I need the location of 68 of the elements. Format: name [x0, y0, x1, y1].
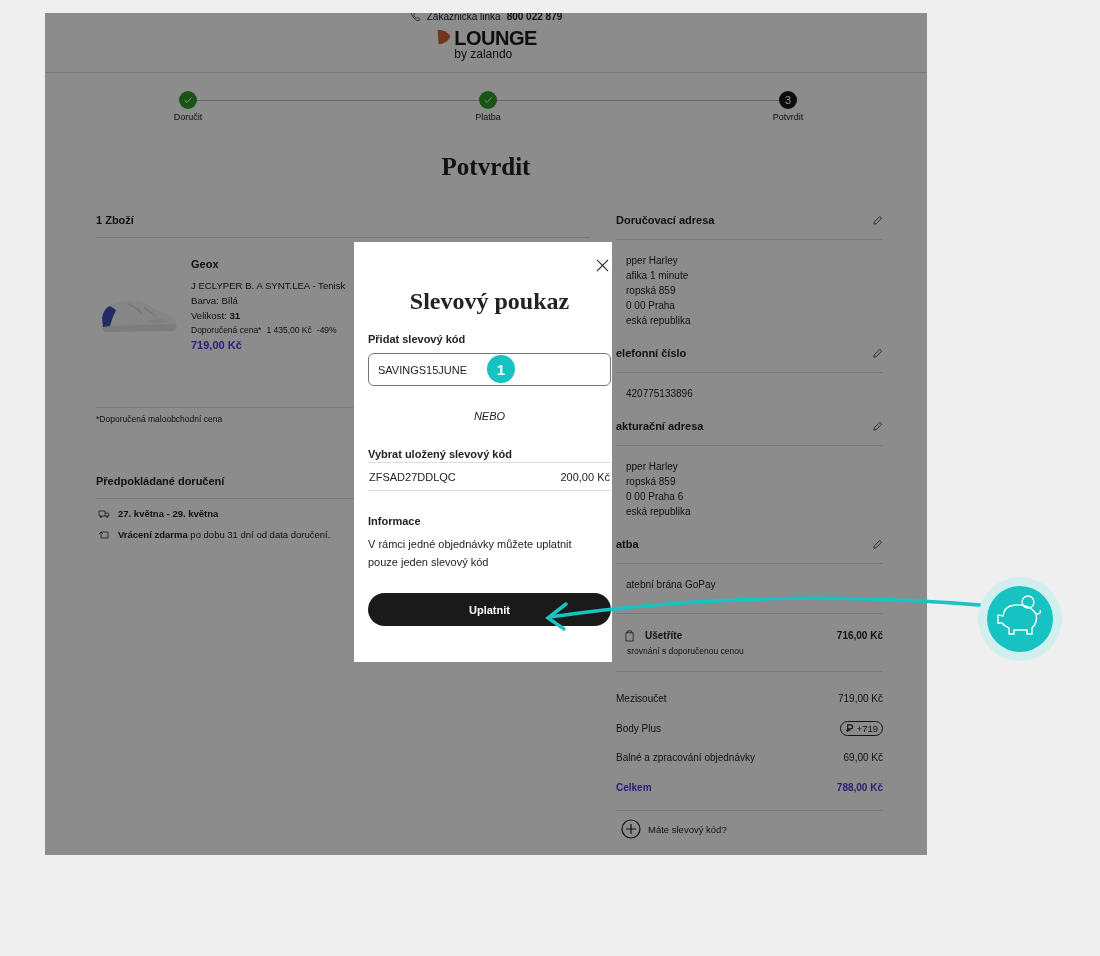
- promo-code-link[interactable]: Máte slevový kód?: [648, 823, 727, 835]
- piggy-bank-icon: [978, 577, 1062, 661]
- edit-icon[interactable]: [872, 347, 883, 359]
- savings-note: srovnání s doporučenou cenou: [626, 646, 745, 656]
- step-label: Doručit: [173, 112, 203, 122]
- info-heading: Informace: [368, 515, 422, 527]
- section-heading: 1 Zboží: [96, 214, 590, 238]
- section-heading: atba: [616, 538, 639, 550]
- delivery-info: Vrácení zdarma po dobu 31 dní od data doručení.: [118, 528, 331, 540]
- detail-line: atební brána GoPay: [626, 578, 717, 591]
- rrp-price: 1 435,00 Kč: [266, 325, 312, 335]
- info-text: V rámci jedné objednávky můžete uplatnit pouze jeden slevový kód: [368, 537, 573, 570]
- total-label: Celkem: [616, 781, 652, 793]
- footnote: *Doporučená maloobchodní cena: [96, 414, 223, 424]
- total-label: Mezisoučet: [616, 693, 667, 705]
- separator-text: NEBO: [472, 410, 507, 422]
- detail-line: 0 00 Praha 6: [626, 490, 685, 503]
- bag-icon: [624, 629, 635, 642]
- product-brand: Geox: [191, 258, 220, 270]
- edit-icon[interactable]: [872, 214, 883, 226]
- rrp-label: Doporučená cena*: [191, 325, 262, 335]
- step-label: Potvrdit: [772, 112, 804, 122]
- detail-line: eská republika: [626, 314, 692, 327]
- detail-line: 0 00 Praha: [626, 299, 676, 312]
- logo-tagline: by zalando: [454, 48, 514, 60]
- detail-line: pper Harley: [626, 254, 679, 267]
- step-number: 3: [779, 91, 797, 109]
- product-name: J ECLYPER B. A SYNT.LEA - Tenisk: [191, 280, 346, 291]
- savings-label: Ušetříte: [645, 630, 683, 641]
- total-value: 719,00 Kč: [837, 693, 883, 705]
- detail-line: pper Harley: [626, 460, 679, 473]
- product-price: 719,00 Kč: [191, 339, 243, 351]
- points-value: +719: [856, 722, 878, 734]
- detail-line: 420775133896: [626, 387, 694, 400]
- edit-icon[interactable]: [872, 538, 883, 550]
- apply-button[interactable]: Uplatnit: [368, 593, 611, 626]
- logo-name: LOUNGE: [454, 28, 537, 48]
- phone-icon: [409, 13, 421, 22]
- page-title: Potvrdit: [440, 152, 532, 182]
- saved-code-row[interactable]: ZFSAD27DDLQC 200,00 Kč: [368, 463, 611, 491]
- step-label: Platba: [475, 112, 501, 122]
- total-value: 69,00 Kč: [843, 752, 883, 764]
- total-label: Balné a zpracování objednávky: [616, 752, 755, 764]
- section-heading: Doručovací adresa: [616, 214, 715, 226]
- total-label: Body Plus: [616, 722, 662, 734]
- product-size: Velikost: 31: [191, 310, 242, 321]
- points-icon: [844, 723, 854, 733]
- hotline-number: 800 022 879: [506, 13, 563, 22]
- detail-line: eská republika: [626, 505, 692, 518]
- product-color: Barva: Bílá: [191, 295, 239, 306]
- return-box-icon: [98, 528, 110, 540]
- edit-icon[interactable]: [872, 420, 883, 432]
- detail-line: ropská 859: [626, 475, 677, 488]
- plus-circle-icon[interactable]: [621, 819, 641, 839]
- detail-line: ropská 859: [626, 284, 677, 297]
- section-heading: akturační adresa: [616, 420, 704, 432]
- section-heading: elefonní číslo: [616, 347, 687, 359]
- detail-line: afika 1 minute: [626, 269, 690, 282]
- dialog-title: Slevový poukaz: [408, 288, 571, 315]
- close-icon[interactable]: [596, 259, 609, 272]
- hotline-label: Zákaznická linka: [426, 13, 501, 22]
- truck-icon: [98, 508, 110, 519]
- delivery-info: 27. května - 29. května: [118, 508, 219, 519]
- savings-amount: 716,00 Kč: [836, 630, 883, 641]
- field-label: Přidat slevový kód: [368, 333, 467, 345]
- discount: -49%: [316, 325, 337, 335]
- total-value: 788,00 Kč: [836, 781, 883, 793]
- field-label: Vybrat uložený slevový kód: [368, 448, 611, 463]
